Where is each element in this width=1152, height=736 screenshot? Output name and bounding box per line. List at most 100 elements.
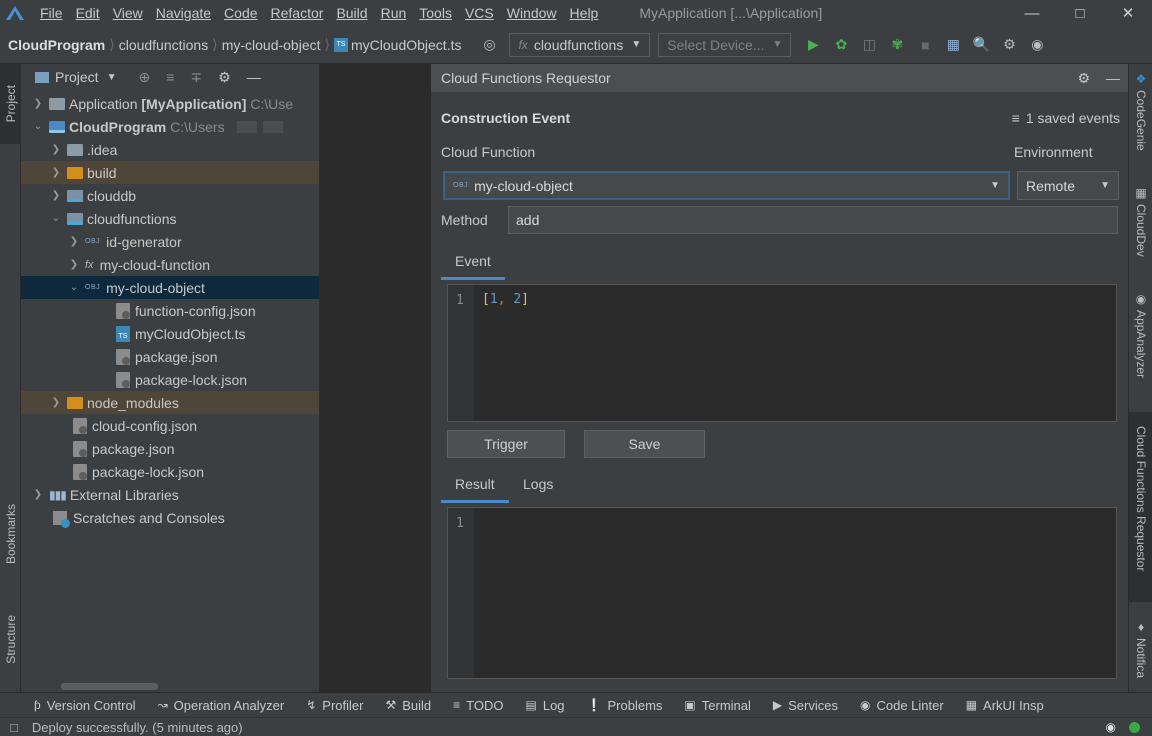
clouddev-tool-tab[interactable]: ▦ CloudDev xyxy=(1129,186,1152,257)
chevron-right-icon[interactable]: ❯ xyxy=(31,489,45,500)
chevron-down-icon[interactable]: ⌄ xyxy=(31,121,45,132)
appanalyzer-tool-tab[interactable]: ◉ AppAnalyzer xyxy=(1129,292,1152,378)
environment-select[interactable]: Remote ▼ xyxy=(1017,171,1119,200)
account-icon[interactable]: ◉ xyxy=(1025,33,1049,57)
run-config-combo[interactable]: fx cloudfunctions ▼ xyxy=(509,32,651,57)
chevron-down-icon[interactable]: ⌄ xyxy=(67,282,81,293)
tree-item-clouddb[interactable]: ❯ clouddb xyxy=(21,184,319,207)
tree-item-my-cloud-function[interactable]: ❯ fx my-cloud-function xyxy=(21,253,319,276)
log-tool-button[interactable]: ▤ Log xyxy=(526,698,565,713)
menu-vcs[interactable]: VCS xyxy=(465,5,494,21)
breadcrumb-my-cloud-object[interactable]: my-cloud-object xyxy=(222,37,321,53)
cloud-function-select[interactable]: OBJ my-cloud-object ▼ xyxy=(443,171,1010,200)
project-tool-tab[interactable]: Project xyxy=(0,64,21,144)
tree-item-package-lock-json[interactable]: package-lock.json xyxy=(21,460,319,483)
breadcrumb-cloudfunctions[interactable]: cloudfunctions xyxy=(119,37,209,53)
chevron-right-icon[interactable]: ❯ xyxy=(67,236,81,247)
debug-icon[interactable]: ✿ xyxy=(829,33,853,57)
terminal-tool-button[interactable]: ▣ Terminal xyxy=(684,698,750,713)
saved-events-link[interactable]: ≡ 1 saved events xyxy=(1012,110,1120,126)
tree-item-external-libraries[interactable]: ❯ ▮▮▮ External Libraries xyxy=(21,483,319,506)
method-input[interactable]: add xyxy=(508,206,1118,234)
services-tool-button[interactable]: ▶ Services xyxy=(773,698,838,713)
tree-item-function-config[interactable]: function-config.json xyxy=(21,299,319,322)
tab-event[interactable]: Event xyxy=(455,253,491,269)
tree-item-package-json[interactable]: package.json xyxy=(21,345,319,368)
menu-view[interactable]: View xyxy=(113,5,143,21)
stop-icon[interactable]: ■ xyxy=(913,33,937,57)
tab-result[interactable]: Result xyxy=(455,476,495,492)
chevron-right-icon[interactable]: ❯ xyxy=(49,167,63,178)
menu-code[interactable]: Code xyxy=(224,5,257,21)
project-structure-icon[interactable]: ▦ xyxy=(941,33,965,57)
tree-item-cloudfunctions[interactable]: ⌄ cloudfunctions xyxy=(21,207,319,230)
tree-item-application[interactable]: ❯ Application [MyApplication] C:\Use xyxy=(21,92,319,115)
close-icon[interactable]: ✕ xyxy=(1104,0,1152,26)
cloud-functions-requestor-tool-tab[interactable]: Cloud Functions Requestor xyxy=(1129,412,1152,602)
tab-logs[interactable]: Logs xyxy=(523,476,553,492)
trigger-button[interactable]: Trigger xyxy=(447,430,565,458)
chevron-right-icon[interactable]: ❯ xyxy=(67,259,81,270)
operation-analyzer-tool-button[interactable]: ↝ Operation Analyzer xyxy=(158,698,285,713)
menu-run[interactable]: Run xyxy=(381,5,407,21)
expand-all-icon[interactable]: ≡ xyxy=(166,69,174,85)
horizontal-scrollbar[interactable] xyxy=(61,683,158,690)
locate-icon[interactable]: ⊕ xyxy=(138,69,150,86)
bookmarks-tool-tab[interactable]: Bookmarks xyxy=(0,484,21,584)
profiler-tool-button[interactable]: ↯ Profiler xyxy=(306,698,363,713)
event-editor[interactable]: 1 [1, 2] xyxy=(447,284,1117,422)
gear-icon[interactable]: ⚙ xyxy=(1077,70,1090,87)
profile-icon[interactable]: ✾ xyxy=(885,33,909,57)
structure-tool-tab[interactable]: Structure xyxy=(0,594,21,684)
run-icon[interactable]: ▶ xyxy=(801,33,825,57)
tree-item-mycloudobject-ts[interactable]: TS myCloudObject.ts xyxy=(21,322,319,345)
breadcrumb-file[interactable]: myCloudObject.ts xyxy=(351,37,461,53)
save-button[interactable]: Save xyxy=(584,430,705,458)
search-icon[interactable]: 🔍 xyxy=(969,33,993,57)
arkui-inspector-tool-button[interactable]: ▦ ArkUI Insp xyxy=(966,698,1044,713)
breadcrumb-root[interactable]: CloudProgram xyxy=(8,37,105,53)
tree-item-node-modules[interactable]: ❯ node_modules xyxy=(21,391,319,414)
build-tool-button[interactable]: ⚒ Build xyxy=(385,698,431,713)
status-indicator-icon[interactable] xyxy=(1129,722,1140,733)
target-icon[interactable]: ◎ xyxy=(477,33,501,57)
menu-tools[interactable]: Tools xyxy=(419,5,452,21)
hide-icon[interactable]: — xyxy=(247,69,261,85)
panel-toggle-icon[interactable]: □ xyxy=(10,720,18,735)
tree-item-cloudprogram[interactable]: ⌄ CloudProgram C:\Users xyxy=(21,115,319,138)
chevron-right-icon[interactable]: ❯ xyxy=(49,144,63,155)
tree-item-build[interactable]: ❯ build xyxy=(21,161,319,184)
todo-tool-button[interactable]: ≡ TODO xyxy=(453,698,503,713)
chevron-right-icon[interactable]: ❯ xyxy=(31,98,45,109)
tree-item-my-cloud-object[interactable]: ⌄ OBJ my-cloud-object xyxy=(21,276,319,299)
harmony-icon[interactable]: ◉ xyxy=(1106,720,1116,734)
chevron-right-icon[interactable]: ❯ xyxy=(49,190,63,201)
attach-debugger-icon[interactable]: ◫ xyxy=(857,33,881,57)
menu-refactor[interactable]: Refactor xyxy=(271,5,324,21)
tree-item-cloud-config-json[interactable]: cloud-config.json xyxy=(21,414,319,437)
tree-item-package-json[interactable]: package.json xyxy=(21,437,319,460)
device-combo[interactable]: Select Device... ▼ xyxy=(658,32,792,57)
result-viewer[interactable]: 1 xyxy=(447,507,1117,679)
menu-help[interactable]: Help xyxy=(570,5,599,21)
version-control-tool-button[interactable]: ƥ Version Control xyxy=(34,698,136,713)
minimize-icon[interactable]: — xyxy=(1008,0,1056,26)
hide-icon[interactable]: — xyxy=(1106,70,1120,86)
tree-item-idea[interactable]: ❯ .idea xyxy=(21,138,319,161)
maximize-icon[interactable]: □ xyxy=(1056,0,1104,26)
tree-item-scratches[interactable]: Scratches and Consoles xyxy=(21,506,319,529)
chevron-right-icon[interactable]: ❯ xyxy=(49,397,63,408)
problems-tool-button[interactable]: ❕ Problems xyxy=(587,698,663,713)
tree-item-id-generator[interactable]: ❯ OBJ id-generator xyxy=(21,230,319,253)
codegenie-tool-tab[interactable]: ❖ CodeGenie xyxy=(1129,72,1152,151)
notifications-tool-tab[interactable]: ♦ Notifica xyxy=(1129,620,1152,678)
menu-edit[interactable]: Edit xyxy=(76,5,100,21)
menu-navigate[interactable]: Navigate xyxy=(156,5,211,21)
gear-icon[interactable]: ⚙ xyxy=(218,69,231,86)
menu-window[interactable]: Window xyxy=(507,5,557,21)
menu-file[interactable]: File xyxy=(40,5,63,21)
tree-item-package-lock-json[interactable]: package-lock.json xyxy=(21,368,319,391)
code-linter-tool-button[interactable]: ◉ Code Linter xyxy=(860,698,944,713)
chevron-down-icon[interactable]: ▼ xyxy=(107,72,117,83)
status-message[interactable]: Deploy successfully. (5 minutes ago) xyxy=(32,720,243,735)
